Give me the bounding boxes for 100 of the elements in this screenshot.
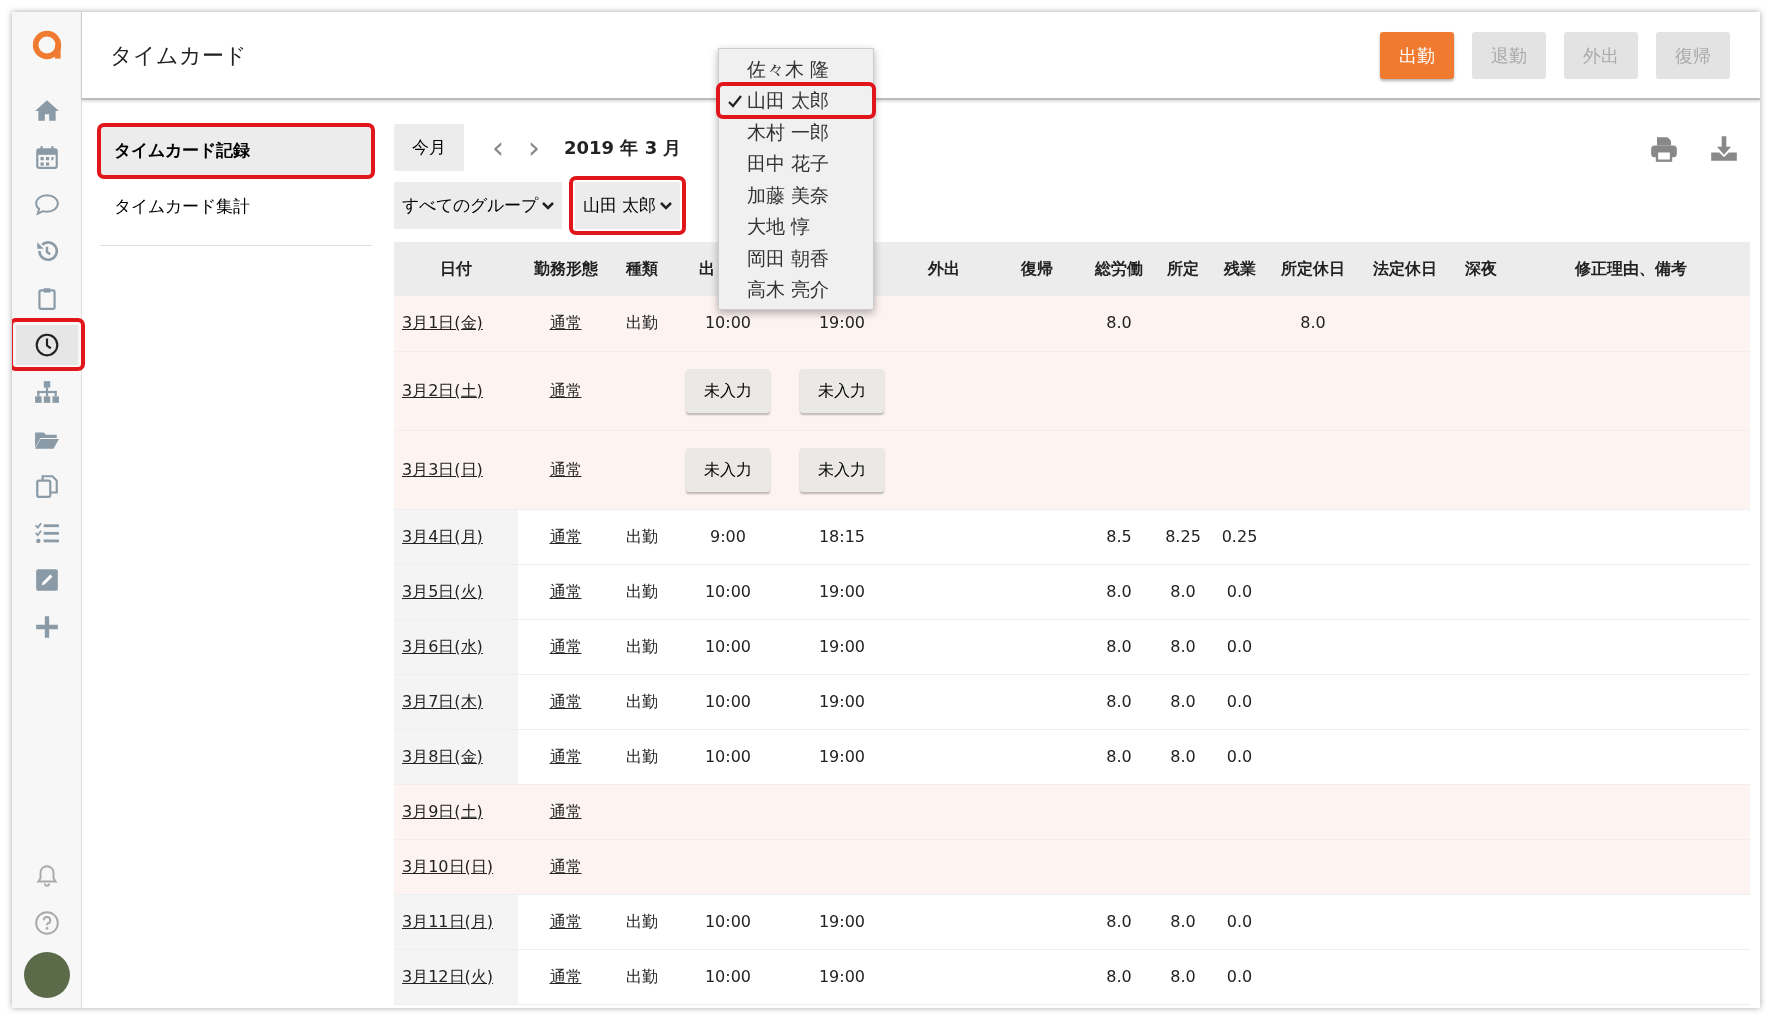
table-cell: 出勤	[626, 581, 658, 601]
table-cell: 19:00	[818, 746, 866, 766]
not-entered-button[interactable]: 未入力	[686, 447, 770, 492]
clock-icon	[33, 331, 60, 358]
next-month-button[interactable]: ›	[516, 132, 552, 163]
work-pattern-link[interactable]: 通常	[549, 856, 582, 876]
avatar-photo-placeholder[interactable]	[23, 952, 70, 998]
table-cell: 8.0	[1170, 581, 1196, 601]
work-pattern-link[interactable]: 通常	[549, 459, 582, 479]
dropdown-option[interactable]: 高木 亮介	[719, 273, 873, 305]
work-pattern-link[interactable]: 通常	[549, 966, 582, 986]
calendar-icon	[33, 143, 60, 170]
table-cell: 出勤	[626, 746, 658, 766]
chevron-down-icon	[660, 200, 673, 211]
page-title: タイムカード	[110, 41, 247, 70]
dropdown-option[interactable]: 加藤 美奈	[719, 179, 873, 211]
table-cell: 8.0	[1170, 911, 1196, 931]
table-cell: 10:00	[704, 691, 752, 711]
work-pattern-link[interactable]: 通常	[549, 801, 582, 821]
table-cell: 出勤	[626, 526, 658, 546]
dropdown-option[interactable]: 木村 一郎	[719, 116, 873, 148]
work-pattern-link[interactable]: 通常	[549, 380, 582, 400]
column-header: 深夜	[1465, 259, 1497, 278]
work-pattern-link[interactable]: 通常	[549, 911, 582, 931]
column-header: 復帰	[1020, 259, 1053, 278]
table-cell: 9:00	[710, 526, 746, 546]
table-cell: 8.25	[1165, 526, 1201, 546]
not-entered-button[interactable]: 未入力	[800, 368, 884, 413]
column-header: 日付	[440, 259, 472, 278]
column-header: 総労働	[1095, 259, 1143, 278]
table-cell: 8.0	[1106, 966, 1132, 986]
submenu-item[interactable]: タイムカード集計	[100, 181, 372, 231]
table-cell: 8.0	[1106, 581, 1132, 601]
table-cell: 0.0	[1226, 966, 1253, 986]
dropdown-option[interactable]: 岡田 朝香	[719, 242, 873, 274]
table-cell: 19:00	[818, 966, 866, 986]
table-cell: 出勤	[626, 313, 658, 333]
dropdown-option[interactable]: 田中 花子	[719, 147, 873, 179]
column-header: 外出	[928, 259, 960, 278]
column-header: 残業	[1223, 259, 1256, 278]
dropdown-option[interactable]: 佐々木 隆	[719, 53, 873, 85]
dropdown-option[interactable]: 山田 太郎	[719, 84, 873, 116]
table-cell: 0.0	[1226, 691, 1253, 711]
table-cell: 10:00	[704, 636, 752, 656]
table-cell: 8.0	[1170, 966, 1196, 986]
table-cell: 19:00	[818, 313, 866, 333]
table-cell: 8.0	[1106, 746, 1132, 766]
table-cell: 8.5	[1106, 526, 1132, 546]
column-header: 所定休日	[1281, 259, 1345, 278]
table-cell: 0.0	[1226, 911, 1253, 931]
work-pattern-link[interactable]: 通常	[549, 691, 582, 711]
table-cell: 0.0	[1226, 636, 1253, 656]
table-cell: 8.0	[1170, 746, 1196, 766]
copy-icon	[33, 472, 60, 499]
table-cell: 8.0	[1106, 691, 1132, 711]
table-cell: 0.0	[1226, 581, 1253, 601]
group-select[interactable]: すべてのグループ	[394, 182, 562, 229]
table-cell: 10:00	[704, 581, 752, 601]
date-link[interactable]: 3月2日(土)	[402, 380, 483, 400]
table-cell: 19:00	[818, 911, 866, 931]
work-pattern-link[interactable]: 通常	[549, 636, 582, 656]
work-pattern-link[interactable]: 通常	[549, 581, 582, 601]
table-cell: 0.25	[1221, 526, 1258, 546]
table-cell: 18:15	[818, 526, 866, 546]
table-cell: 0.0	[1226, 746, 1253, 766]
nav-button[interactable]	[15, 324, 78, 365]
user-select[interactable]: 山田 太郎	[575, 182, 681, 229]
work-pattern-link[interactable]: 通常	[549, 746, 582, 766]
column-header: 種類	[626, 259, 658, 278]
table-cell: 19:00	[818, 636, 866, 656]
this-month-button[interactable]: 今月	[394, 124, 464, 171]
help-icon	[33, 909, 60, 936]
month-label: 2019 年 3 月	[564, 136, 682, 160]
previous-month-button[interactable]: ‹	[480, 132, 516, 163]
not-entered-button[interactable]: 未入力	[800, 447, 884, 492]
table-cell: 10:00	[704, 966, 752, 986]
date-link[interactable]: 3月3日(日)	[402, 459, 483, 479]
table-cell: 出勤	[626, 966, 658, 986]
table-cell: 8.0	[1106, 636, 1132, 656]
not-entered-button[interactable]: 未入力	[686, 368, 770, 413]
column-header: 修正理由、備考	[1574, 259, 1687, 278]
table-cell: 19:00	[818, 581, 866, 601]
work-pattern-link[interactable]: 通常	[549, 313, 582, 333]
column-header: 所定	[1167, 259, 1199, 278]
checkmark-icon	[727, 93, 743, 110]
chevron-down-icon	[542, 200, 554, 211]
column-header: 出	[699, 259, 715, 278]
table-cell: 10:00	[704, 911, 752, 931]
table-cell: 10:00	[704, 313, 752, 333]
sitemap-icon	[33, 378, 60, 405]
work-pattern-link[interactable]: 通常	[549, 526, 582, 546]
table-cell: 19:00	[818, 691, 866, 711]
table-cell: 出勤	[626, 911, 658, 931]
edit-icon	[33, 566, 60, 593]
plus-icon	[33, 613, 60, 640]
dropdown-option[interactable]: 大地 惇	[719, 210, 873, 242]
table-cell: 10:00	[704, 746, 752, 766]
table-cell: 8.0	[1170, 636, 1196, 656]
submenu-item[interactable]: タイムカード記録	[100, 126, 372, 176]
column-header: 法定休日	[1373, 259, 1437, 278]
